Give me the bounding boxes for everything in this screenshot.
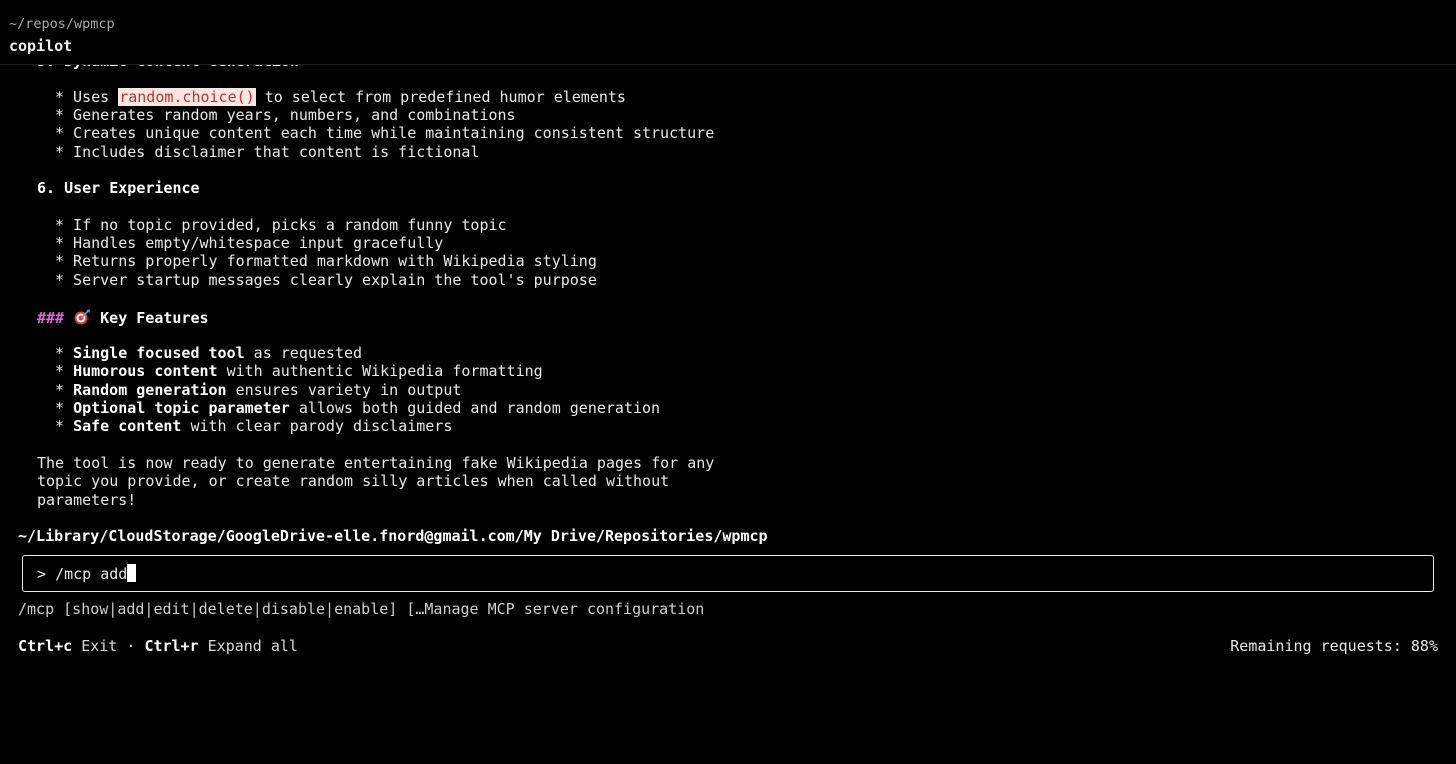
list-item: * Returns properly formatted markdown wi…	[55, 252, 597, 270]
inline-code: random.choice()	[118, 88, 256, 106]
key-features-heading: ### Key Features	[37, 309, 209, 327]
list-item: * Server startup messages clearly explai…	[55, 271, 597, 289]
window-path: ~/repos/wpmcp	[9, 16, 115, 32]
current-directory: ~/Library/CloudStorage/GoogleDrive-elle.…	[18, 527, 768, 545]
closing-text-line: The tool is now ready to generate entert…	[37, 454, 715, 472]
shortcut-separator: ·	[126, 637, 136, 655]
list-item: * Safe content with clear parody disclai…	[55, 417, 453, 435]
list-item: * If no topic provided, picks a random f…	[55, 216, 507, 234]
closing-text-line: parameters!	[37, 491, 137, 509]
list-item: * Single focused tool as requested	[55, 344, 363, 362]
list-item: * Includes disclaimer that content is fi…	[55, 143, 480, 161]
app-title: copilot	[9, 37, 73, 55]
shortcut-bar: Ctrl+c Exit · Ctrl+r Expand all	[18, 637, 298, 655]
list-item: * Random generation ensures variety in o…	[55, 381, 462, 399]
shortcut-key-exit: Ctrl+c	[18, 637, 73, 655]
remaining-requests: Remaining requests: 88%	[1230, 637, 1438, 655]
list-item: * Creates unique content each time while…	[55, 124, 715, 142]
prompt-symbol: >	[37, 565, 47, 583]
list-item: * Generates random years, numbers, and c…	[55, 106, 516, 124]
window-titlebar: ~/repos/wpmcp copilot	[0, 0, 1456, 65]
list-item: * Uses random.choice() to select from pr…	[55, 88, 626, 106]
dart-icon	[73, 309, 91, 325]
shortcut-label-expand: Expand all	[207, 637, 298, 655]
closing-text-line: topic you provide, or create random sill…	[37, 472, 670, 490]
shortcut-label-exit: Exit	[81, 637, 118, 655]
command-input[interactable]: > /mcp add	[22, 555, 1434, 592]
section6-heading: 6. User Experience	[37, 179, 200, 197]
shortcut-key-expand: Ctrl+r	[144, 637, 199, 655]
text-cursor	[127, 564, 137, 582]
list-item: * Handles empty/whitespace input gracefu…	[55, 234, 444, 252]
command-hint: /mcp [show|add|edit|delete|disable|enabl…	[18, 600, 705, 618]
list-item: * Humorous content with authentic Wikipe…	[55, 362, 543, 380]
command-input-value[interactable]: /mcp add	[55, 565, 127, 583]
list-item: * Optional topic parameter allows both g…	[55, 399, 661, 417]
